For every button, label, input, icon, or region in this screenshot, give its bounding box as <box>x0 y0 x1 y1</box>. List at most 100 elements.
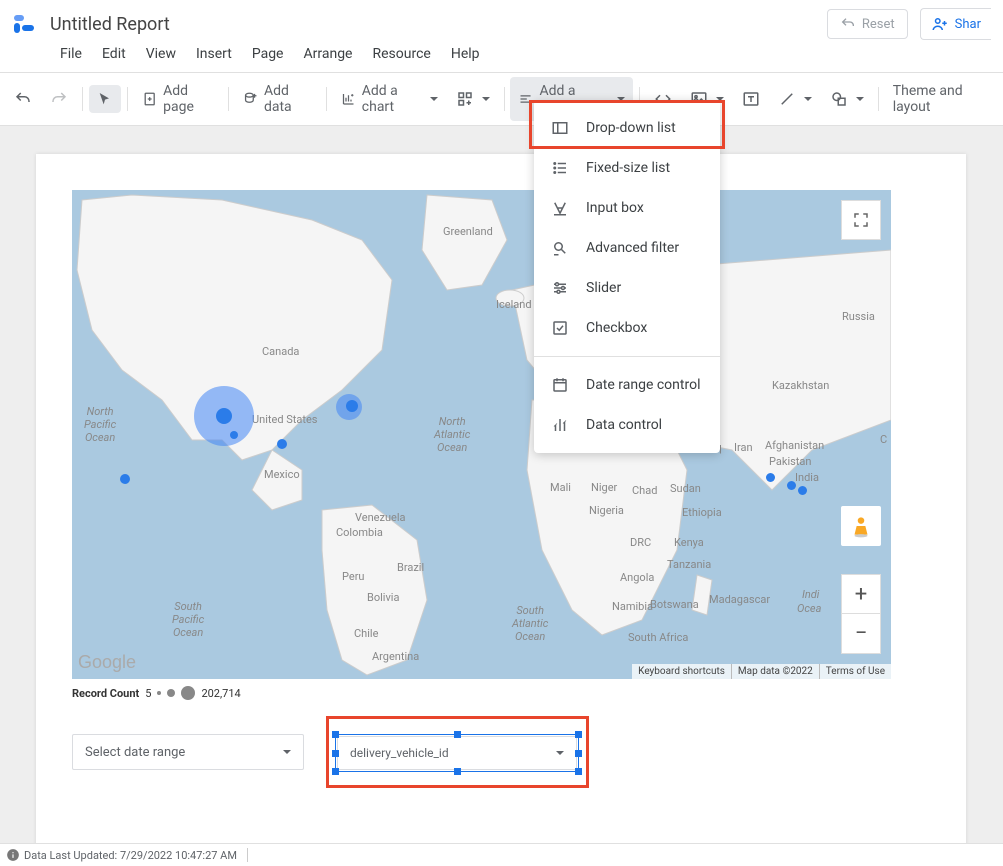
slider-icon <box>550 278 570 298</box>
label-mali: Mali <box>550 481 571 494</box>
menu-item-dropdown-list[interactable]: Drop-down list <box>534 108 720 148</box>
map-bubble <box>230 431 238 439</box>
menu-view[interactable]: View <box>146 46 176 62</box>
date-range-control[interactable]: Select date range <box>72 734 304 770</box>
date-range-icon <box>550 375 570 395</box>
legend-dot-small <box>157 691 161 695</box>
label-afghanistan: Afghanistan <box>765 439 824 452</box>
label-greenland: Greenland <box>443 225 493 238</box>
fixed-list-icon <box>550 158 570 178</box>
map-legend: Record Count 5 202,714 <box>72 686 241 700</box>
map-bubble <box>120 474 130 484</box>
map-bubble <box>277 439 287 449</box>
label-russia: Russia <box>842 310 875 323</box>
label-chad: Chad <box>632 484 657 497</box>
label-ocea: Ocea <box>797 602 821 615</box>
label-india: India <box>795 471 819 484</box>
google-logo: Google <box>78 652 136 673</box>
map-bubble <box>798 486 807 495</box>
menu-item-fixed-list[interactable]: Fixed-size list <box>534 148 720 188</box>
line-button[interactable] <box>770 84 820 114</box>
selection-box <box>335 734 579 772</box>
menu-page[interactable]: Page <box>252 46 284 62</box>
menu-arrange[interactable]: Arrange <box>304 46 353 62</box>
menu-item-slider[interactable]: Slider <box>534 268 720 308</box>
add-control-menu: Drop-down list Fixed-size list Input box… <box>534 100 720 453</box>
menu-item-data-control[interactable]: Data control <box>534 405 720 445</box>
menu-item-advanced-filter[interactable]: Advanced filter <box>534 228 720 268</box>
zoom-in-button[interactable]: + <box>841 574 881 614</box>
geo-map[interactable]: Greenland Iceland Canada United States M… <box>72 190 891 679</box>
data-control-icon <box>550 415 570 435</box>
label-kenya: Kenya <box>674 536 704 549</box>
add-data-button[interactable]: Add data <box>235 77 320 121</box>
label-south-africa: South Africa <box>628 631 688 644</box>
undo-button[interactable] <box>6 84 40 114</box>
menu-help[interactable]: Help <box>451 46 480 62</box>
zoom-out-button[interactable]: − <box>841 614 881 654</box>
label-argentina: Argentina <box>372 650 419 663</box>
label-sudan: Sudan <box>670 482 701 495</box>
label-ethiopia: Ethiopia <box>682 506 722 519</box>
label-niger: Niger <box>591 481 617 494</box>
menu-edit[interactable]: Edit <box>102 46 126 62</box>
toolbar: Add page Add data Add a chart Add a cont… <box>0 72 1003 126</box>
info-icon <box>6 848 20 862</box>
app-logo <box>12 11 38 37</box>
label-botswana: Botswana <box>650 598 699 611</box>
label-madagascar: Madagascar <box>709 593 770 606</box>
menu-resource[interactable]: Resource <box>372 46 430 62</box>
share-button[interactable]: Shar <box>920 8 991 40</box>
select-tool[interactable] <box>89 85 121 113</box>
theme-button[interactable]: Theme and layout <box>885 77 997 121</box>
footer-text: Data Last Updated: 7/29/2022 10:47:27 AM <box>24 849 237 862</box>
checkbox-icon <box>550 318 570 338</box>
map-data: Map data ©2022 <box>731 664 819 679</box>
input-box-icon <box>550 198 570 218</box>
menu-file[interactable]: File <box>60 46 82 62</box>
label-south-pacific: South Pacific Ocean <box>172 600 204 640</box>
reset-button[interactable]: Reset <box>827 9 908 39</box>
redo-button[interactable] <box>42 84 76 114</box>
title-bar: Untitled Report Reset Shar <box>0 0 1003 44</box>
label-bolivia: Bolivia <box>367 591 399 604</box>
label-peru: Peru <box>342 570 365 583</box>
add-page-button[interactable]: Add page <box>134 77 222 121</box>
label-drc: DRC <box>630 536 651 549</box>
map-bubble <box>216 408 232 424</box>
streetview-button[interactable] <box>841 506 881 546</box>
map-bubble <box>787 481 796 490</box>
legend-dot-med <box>167 689 175 697</box>
label-chile: Chile <box>354 627 378 640</box>
community-viz-button[interactable] <box>448 84 498 114</box>
label-kazakhstan: Kazakhstan <box>772 379 829 392</box>
add-chart-button[interactable]: Add a chart <box>333 77 446 121</box>
shape-button[interactable] <box>822 84 872 114</box>
chevron-down-icon <box>283 750 291 754</box>
label-c: C <box>880 433 887 446</box>
text-button[interactable] <box>734 84 768 114</box>
status-footer: Data Last Updated: 7/29/2022 10:47:27 AM <box>0 843 1003 866</box>
label-us: United States <box>252 413 317 426</box>
label-namibia: Namibia <box>612 600 653 613</box>
label-south-atlantic: South Atlantic Ocean <box>512 604 548 644</box>
map-bubble <box>346 400 358 412</box>
label-canada: Canada <box>262 345 299 358</box>
report-title[interactable]: Untitled Report <box>50 14 170 35</box>
label-venezuela: Venezuela <box>355 511 406 524</box>
menu-insert[interactable]: Insert <box>196 46 232 62</box>
map-shortcuts[interactable]: Keyboard shortcuts <box>632 664 731 679</box>
label-tanzania: Tanzania <box>667 558 711 571</box>
menu-item-input-box[interactable]: Input box <box>534 188 720 228</box>
map-terms[interactable]: Terms of Use <box>819 664 891 679</box>
menu-item-checkbox[interactable]: Checkbox <box>534 308 720 348</box>
label-angola: Angola <box>620 571 654 584</box>
menu-item-date-range[interactable]: Date range control <box>534 365 720 405</box>
map-footer: Keyboard shortcuts Map data ©2022 Terms … <box>632 664 891 679</box>
label-iran: Iran <box>734 441 753 454</box>
report-canvas[interactable]: Greenland Iceland Canada United States M… <box>36 154 966 866</box>
fullscreen-button[interactable] <box>841 200 881 240</box>
label-indi: Indi <box>802 588 819 601</box>
menu-bar: File Edit View Insert Page Arrange Resou… <box>0 44 1003 72</box>
label-north-pacific: North Pacific Ocean <box>84 405 116 445</box>
